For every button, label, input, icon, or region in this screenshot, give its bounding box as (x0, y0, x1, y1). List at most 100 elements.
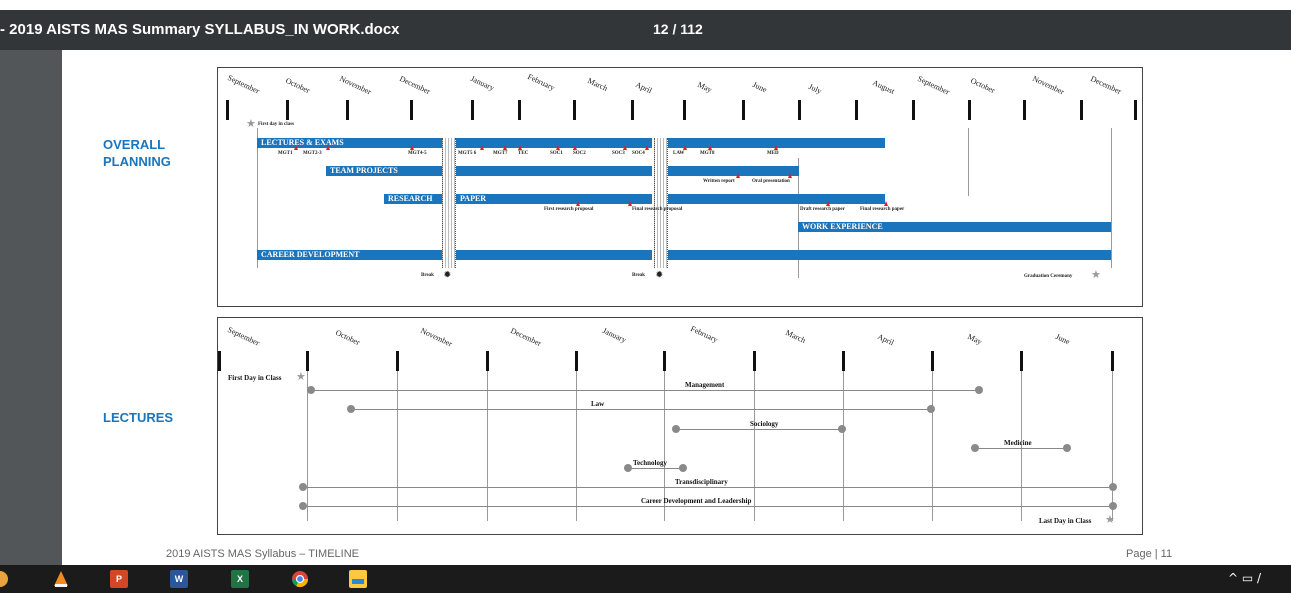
course-label: Transdisciplinary (675, 478, 728, 486)
month-tick (518, 100, 521, 120)
month-tick (753, 351, 756, 371)
month-label: January (601, 326, 628, 345)
break-icon: ✹ (444, 270, 451, 279)
month-label: September (916, 74, 952, 97)
month-label: February (689, 324, 720, 345)
exam-marker (326, 145, 330, 150)
month-gridline (843, 371, 844, 521)
pdf-viewer-titlebar: - 2019 AISTS MAS Summary SYLLABUS_IN WOR… (0, 10, 1291, 50)
month-tick (842, 351, 845, 371)
exam-marker (623, 145, 627, 150)
month-label: March (784, 328, 807, 345)
exam-label: TEC (518, 151, 529, 156)
course-start-dot (624, 464, 632, 472)
month-label: April (634, 80, 654, 96)
system-tray[interactable]: ^ ▭ / (1228, 571, 1261, 585)
course-end-dot (927, 405, 935, 413)
exam-marker (480, 145, 484, 150)
month-tick (306, 351, 309, 371)
month-tick (1134, 100, 1137, 120)
course-end-dot (838, 425, 846, 433)
month-tick (396, 351, 399, 371)
bar-label: WORK EXPERIENCE (802, 222, 883, 231)
taskbar-left-edge-icon[interactable] (0, 571, 8, 587)
word-icon[interactable]: W (170, 570, 188, 588)
course-label: Medicine (1004, 439, 1032, 447)
overall-planning-chart: September October November December Janu… (217, 67, 1143, 307)
last-day-label: Last Day in Class (1039, 517, 1092, 525)
month-tick (798, 100, 801, 120)
milestone-label: Draft research paper (800, 207, 845, 212)
course-end-dot (1109, 502, 1117, 510)
month-label: May (966, 332, 984, 347)
milestone-marker (736, 173, 740, 178)
first-day-label: First day in class (258, 122, 294, 127)
excel-icon[interactable]: X (231, 570, 249, 588)
research-paper-bar (668, 194, 885, 204)
month-label: December (1089, 74, 1123, 97)
page-counter[interactable]: 12 / 112 (653, 21, 703, 37)
month-tick (968, 100, 971, 120)
break-icon: ✹ (656, 270, 663, 279)
course-start-dot (307, 386, 315, 394)
course-line (311, 390, 979, 391)
vlc-icon[interactable] (52, 570, 70, 588)
course-line (975, 448, 1067, 449)
month-tick (575, 351, 578, 371)
exam-label: SOC1 (550, 151, 563, 156)
milestone-marker (576, 201, 580, 206)
milestone-label: Oral presentation (752, 179, 790, 184)
first-day-label: First Day in Class (228, 374, 282, 382)
exam-label: MGT2-3 (303, 151, 322, 156)
month-gridline (397, 371, 398, 521)
month-tick (742, 100, 745, 120)
month-gridline (1112, 371, 1113, 521)
exam-marker (645, 145, 649, 150)
page-footer-title: 2019 AISTS MAS Syllabus – TIMELINE (166, 548, 359, 560)
powerpoint-icon[interactable]: P (110, 570, 128, 588)
month-label: October (284, 76, 312, 96)
month-tick (573, 100, 576, 120)
month-label: November (338, 74, 373, 97)
team-projects-bar (456, 166, 652, 176)
milestone-marker (628, 201, 632, 206)
course-line (303, 487, 1113, 488)
overall-planning-text: OVERALL PLANNING (103, 137, 171, 169)
course-start-dot (971, 444, 979, 452)
month-gridline (754, 371, 755, 521)
month-label: June (1054, 332, 1072, 347)
windows-taskbar: P W X ^ ▭ / (0, 565, 1291, 593)
career-development-bar (668, 250, 1111, 260)
course-label: Management (685, 381, 725, 389)
graduation-label: Graduation Ceremony (1024, 274, 1073, 279)
milestone-label: Final research paper (860, 207, 905, 212)
course-line (628, 468, 683, 469)
bar-label: TEAM PROJECTS (330, 166, 398, 175)
mid-line (798, 158, 799, 278)
exam-marker (774, 145, 778, 150)
month-tick (683, 100, 686, 120)
exam-marker (503, 145, 507, 150)
month-label: April (876, 332, 896, 348)
exam-label: MGT7 (493, 151, 508, 156)
exam-marker (294, 145, 298, 150)
exam-label: MED (767, 151, 779, 156)
exam-marker (683, 145, 687, 150)
month-label: July (807, 82, 824, 96)
month-label: November (1031, 74, 1066, 97)
course-label: Technology (633, 459, 667, 467)
file-explorer-icon[interactable] (349, 570, 367, 588)
break-label: Break (421, 273, 434, 278)
month-tick (226, 100, 229, 120)
month-tick (286, 100, 289, 120)
chrome-icon[interactable] (291, 570, 309, 588)
exam-marker (518, 145, 522, 150)
month-tick (471, 100, 474, 120)
milestone-marker (884, 201, 888, 206)
star-icon: ★ (246, 118, 256, 130)
document-title: - 2019 AISTS MAS Summary SYLLABUS_IN WOR… (0, 21, 400, 38)
month-label: August (871, 78, 896, 96)
month-label: September (226, 73, 262, 96)
course-start-dot (299, 502, 307, 510)
start-line (257, 128, 258, 268)
